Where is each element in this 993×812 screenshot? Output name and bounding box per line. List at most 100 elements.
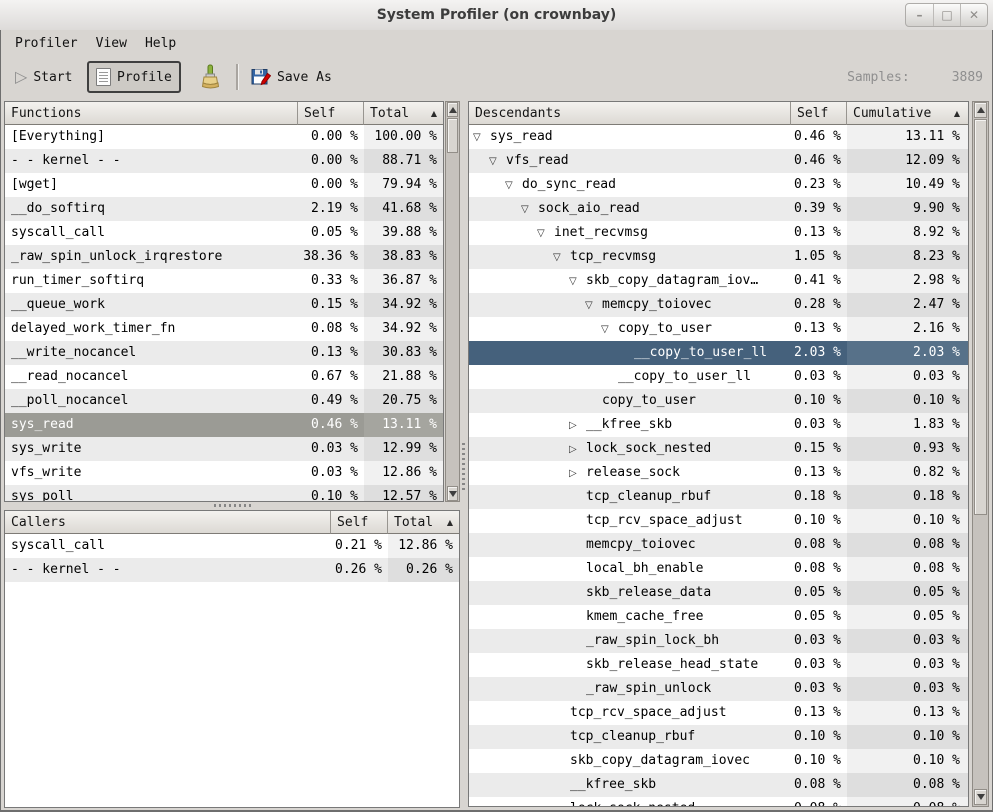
descendant-row[interactable]: ▽copy_to_user0.13 %2.16 % [469, 317, 968, 341]
total-column-header[interactable]: Total ▲ [364, 102, 443, 125]
function-row[interactable]: sys_read0.46 %13.11 % [5, 413, 443, 437]
titlebar[interactable]: System Profiler (on crownbay) – □ ✕ [0, 0, 993, 30]
descendant-row[interactable]: memcpy_toiovec0.08 %0.08 % [469, 533, 968, 557]
cumulative-column-header[interactable]: Cumulative ▲ [847, 102, 968, 125]
expander-open-icon[interactable]: ▽ [569, 270, 586, 293]
expander-open-icon[interactable]: ▽ [553, 246, 570, 269]
scrollbar-thumb[interactable] [974, 119, 987, 515]
horizontal-pane-splitter[interactable] [462, 443, 465, 493]
caller-row[interactable]: syscall_call0.21 %12.86 % [5, 534, 459, 558]
cumulative-value-cell: 0.03 % [847, 677, 968, 701]
function-row[interactable]: __read_nocancel0.67 %21.88 % [5, 365, 443, 389]
expander-closed-icon[interactable]: ▷ [569, 462, 586, 485]
caller-row[interactable]: - - kernel - -0.26 %0.26 % [5, 558, 459, 582]
close-button[interactable]: ✕ [960, 4, 987, 26]
function-row[interactable]: syscall_call0.05 %39.88 % [5, 221, 443, 245]
self-column-header[interactable]: Self [331, 511, 388, 534]
function-name-cell: ▽do_sync_read [469, 173, 791, 197]
descendant-row[interactable]: lock_sock_nested0.08 %0.08 % [469, 797, 968, 806]
descendant-row[interactable]: tcp_cleanup_rbuf0.10 %0.10 % [469, 725, 968, 749]
expander-open-icon[interactable]: ▽ [585, 294, 602, 317]
function-row[interactable]: run_timer_softirq0.33 %36.87 % [5, 269, 443, 293]
menu-profiler[interactable]: Profiler [6, 33, 87, 54]
functions-column-header[interactable]: Functions [5, 102, 298, 125]
descendant-row[interactable]: local_bh_enable0.08 %0.08 % [469, 557, 968, 581]
descendant-row[interactable]: ▽tcp_recvmsg1.05 %8.23 % [469, 245, 968, 269]
expander-open-icon[interactable]: ▽ [537, 222, 554, 245]
start-button[interactable]: ▷ Start [8, 61, 79, 93]
descendant-row[interactable]: __kfree_skb0.08 %0.08 % [469, 773, 968, 797]
descendant-row[interactable]: ▽vfs_read0.46 %12.09 % [469, 149, 968, 173]
self-column-header[interactable]: Self [791, 102, 847, 125]
expander-open-icon[interactable]: ▽ [521, 198, 538, 221]
function-row[interactable]: vfs_write0.03 %12.86 % [5, 461, 443, 485]
descendant-row[interactable]: __copy_to_user_ll0.03 %0.03 % [469, 365, 968, 389]
save-as-button[interactable]: Save As [244, 61, 339, 93]
functions-scrollbar[interactable] [445, 101, 460, 502]
function-name-cell: ▽sock_aio_read [469, 197, 791, 221]
profile-button[interactable]: Profile [87, 61, 181, 93]
scroll-up-button[interactable] [447, 102, 458, 117]
descendant-row[interactable]: ▽sock_aio_read0.39 %9.90 % [469, 197, 968, 221]
function-row[interactable]: sys_write0.03 %12.99 % [5, 437, 443, 461]
menu-help[interactable]: Help [136, 33, 185, 54]
expander-open-icon[interactable]: ▽ [489, 150, 506, 173]
scroll-down-button[interactable] [447, 486, 458, 501]
cumulative-value-cell: 0.05 % [847, 605, 968, 629]
vertical-pane-splitter[interactable] [214, 504, 252, 507]
descendant-row[interactable]: ▽do_sync_read0.23 %10.49 % [469, 173, 968, 197]
descendant-row[interactable]: ▽memcpy_toiovec0.28 %2.47 % [469, 293, 968, 317]
descendant-row[interactable]: _raw_spin_unlock0.03 %0.03 % [469, 677, 968, 701]
descendant-row[interactable]: kmem_cache_free0.05 %0.05 % [469, 605, 968, 629]
minimize-button[interactable]: – [906, 4, 933, 26]
descendant-row[interactable]: skb_release_data0.05 %0.05 % [469, 581, 968, 605]
function-row[interactable]: __write_nocancel0.13 %30.83 % [5, 341, 443, 365]
expander-closed-icon[interactable]: ▷ [569, 414, 586, 437]
function-row[interactable]: __do_softirq2.19 %41.68 % [5, 197, 443, 221]
function-name-label: local_bh_enable [586, 561, 703, 576]
function-row[interactable]: __poll_nocancel0.49 %20.75 % [5, 389, 443, 413]
descendant-row[interactable]: ▽sys_read0.46 %13.11 % [469, 125, 968, 149]
function-name-label: tcp_rcv_space_adjust [586, 513, 743, 528]
function-row[interactable]: __queue_work0.15 %34.92 % [5, 293, 443, 317]
scroll-down-button[interactable] [974, 789, 987, 805]
scroll-up-button[interactable] [974, 102, 987, 118]
function-row[interactable]: sys_poll0.10 %12.57 % [5, 485, 443, 501]
descendant-row[interactable]: ▽skb_copy_datagram_iov…0.41 %2.98 % [469, 269, 968, 293]
expander-open-icon[interactable]: ▽ [473, 126, 490, 149]
descendant-row[interactable]: _raw_spin_lock_bh0.03 %0.03 % [469, 629, 968, 653]
function-row[interactable]: [Everything]0.00 %100.00 % [5, 125, 443, 149]
menu-view[interactable]: View [87, 33, 136, 54]
callers-column-header[interactable]: Callers [5, 511, 331, 534]
expander-closed-icon[interactable]: ▷ [569, 438, 586, 461]
function-row[interactable]: _raw_spin_unlock_irqrestore38.36 %38.83 … [5, 245, 443, 269]
function-row[interactable]: - - kernel - -0.00 %88.71 % [5, 149, 443, 173]
descendant-row[interactable]: tcp_cleanup_rbuf0.18 %0.18 % [469, 485, 968, 509]
descendants-column-header[interactable]: Descendants [469, 102, 791, 125]
maximize-button[interactable]: □ [933, 4, 960, 26]
descendant-row[interactable]: skb_copy_datagram_iovec0.10 %0.10 % [469, 749, 968, 773]
expander-open-icon[interactable]: ▽ [505, 174, 522, 197]
descendant-row[interactable]: ▷lock_sock_nested0.15 %0.93 % [469, 437, 968, 461]
descendant-row[interactable]: ▷release_sock0.13 %0.82 % [469, 461, 968, 485]
descendant-row[interactable]: skb_release_head_state0.03 %0.03 % [469, 653, 968, 677]
total-value-cell: 12.99 % [364, 437, 443, 461]
self-value-cell: 0.21 % [331, 534, 388, 558]
descendants-scrollbar[interactable] [972, 101, 989, 807]
descendant-row[interactable]: ▷__kfree_skb0.03 %1.83 % [469, 413, 968, 437]
cumulative-value-cell: 2.16 % [847, 317, 968, 341]
expander-open-icon[interactable]: ▽ [601, 318, 618, 341]
function-name-label: lock_sock_nested [570, 801, 695, 806]
function-row[interactable]: delayed_work_timer_fn0.08 %34.92 % [5, 317, 443, 341]
descendant-row[interactable]: copy_to_user0.10 %0.10 % [469, 389, 968, 413]
reset-button[interactable] [192, 61, 228, 93]
descendant-row[interactable]: tcp_rcv_space_adjust0.13 %0.13 % [469, 701, 968, 725]
descendant-row[interactable]: __copy_to_user_ll2.03 %2.03 % [469, 341, 968, 365]
descendant-row[interactable]: tcp_rcv_space_adjust0.10 %0.10 % [469, 509, 968, 533]
scrollbar-thumb[interactable] [447, 118, 458, 153]
function-row[interactable]: [wget]0.00 %79.94 % [5, 173, 443, 197]
total-column-header[interactable]: Total ▲ [388, 511, 459, 534]
function-name-label: release_sock [586, 465, 680, 480]
self-column-header[interactable]: Self [298, 102, 364, 125]
descendant-row[interactable]: ▽inet_recvmsg0.13 %8.92 % [469, 221, 968, 245]
